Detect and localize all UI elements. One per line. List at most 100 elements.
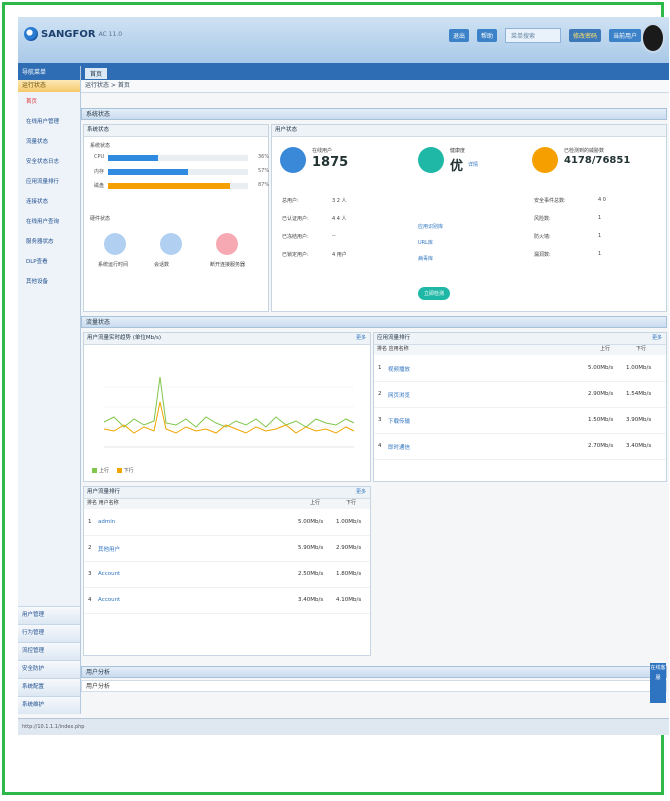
sidebar-item[interactable]: 连接状态 <box>18 192 80 212</box>
sidebar-group-status[interactable]: 运行状态 <box>18 80 80 92</box>
rank-number: 4 <box>378 443 382 449</box>
sidebar-bottom-item[interactable]: 行为管理 <box>18 624 80 642</box>
sidebar-item[interactable]: 应用流量排行 <box>18 172 80 192</box>
table-row[interactable]: 3 Account 2.50Mb/s 1.80Mb/s <box>84 563 370 588</box>
system-panel-title: 系统状态 <box>84 125 268 137</box>
user-stat-value: 4 用户 <box>332 252 347 258</box>
bottom-section-row: 用户分析 <box>81 680 667 692</box>
usage-bar-track <box>108 183 248 189</box>
table-row[interactable]: 2 网页浏览 2.90Mb/s 1.54Mb/s <box>374 383 666 408</box>
usage-bar-percent: 57% <box>258 168 270 174</box>
brand-name: SANGFOR <box>41 28 96 40</box>
top-link-help[interactable]: 帮助 <box>476 29 497 42</box>
traffic-legend: 上行 下行 <box>92 467 134 474</box>
menu-search-input[interactable]: 菜单搜索 <box>504 28 561 43</box>
table-row[interactable]: 1 admin 5.00Mb/s 1.00Mb/s <box>84 511 370 536</box>
tab-home[interactable]: 首页 <box>85 68 108 79</box>
health-icon <box>418 147 444 173</box>
table-row[interactable]: 4 即时通信 2.70Mb/s 3.40Mb/s <box>374 435 666 460</box>
sidebar-bottom-item[interactable]: 用户管理 <box>18 606 80 624</box>
row-name-link[interactable]: Account <box>98 597 120 603</box>
table-row[interactable]: 4 Account 3.40Mb/s 4.10Mb/s <box>84 589 370 614</box>
table-row[interactable]: 2 其他用户 5.90Mb/s 2.90Mb/s <box>84 537 370 562</box>
top-users-col-name: 排名 用户名称 <box>87 500 119 506</box>
table-row[interactable]: 3 下载传输 1.50Mb/s 3.90Mb/s <box>374 409 666 434</box>
system-status-panel: 系统状态 系统状态 CPU 36% 内存 57% 磁盘 87% 硬件状态 系统运行时间 会话… <box>83 124 269 312</box>
sidebar-item[interactable]: 流量状态 <box>18 132 80 152</box>
online-users-value: 1875 <box>312 155 349 170</box>
top-users-header: 排名 用户名称 上行 下行 <box>84 499 370 509</box>
top-users-col-down: 下行 <box>346 500 357 506</box>
sidebar-item[interactable]: 在线用户管理 <box>18 112 80 132</box>
top-users-more-link[interactable]: 更多 <box>356 487 366 498</box>
top-apps-header: 排名 应用名称 上行 下行 <box>374 345 666 355</box>
sidebar-item[interactable]: 在线用户查询 <box>18 212 80 232</box>
threat-stat-value: 1 <box>598 251 602 257</box>
health-value: 优 <box>450 159 464 174</box>
sidebar-item[interactable]: DLP查看 <box>18 252 80 272</box>
user-avatar[interactable] <box>641 23 665 53</box>
row-name-link[interactable]: 视频播放 <box>388 365 410 373</box>
row-name-link[interactable]: 即时通信 <box>388 443 410 451</box>
row-name-link[interactable]: 下载传输 <box>388 417 410 425</box>
user-stat-key: 已锁定用户: <box>282 252 309 258</box>
user-stat-key: 已认证用户: <box>282 216 309 222</box>
library-row[interactable]: 应用识别库 <box>418 223 443 230</box>
rank-number: 1 <box>378 365 382 371</box>
top-link-current-user[interactable]: 当前用户 <box>608 29 641 42</box>
bars-label: 系统状态 <box>90 143 111 149</box>
row-name-link[interactable]: 网页浏览 <box>388 391 410 399</box>
usage-bar-percent: 36% <box>258 154 270 160</box>
device-status-icon <box>160 233 182 255</box>
user-stat-value: -- <box>332 233 336 239</box>
table-row[interactable]: 1 视频播放 5.00Mb/s 1.00Mb/s <box>374 357 666 382</box>
device-status-label: 断开连接服务器 <box>210 262 246 268</box>
health-detail-link[interactable]: 详情 <box>468 161 478 168</box>
sangfor-logo-icon <box>24 27 38 41</box>
sidebar-bottom-item[interactable]: 系统配置 <box>18 678 80 696</box>
threat-stat-key: 安全事件总数: <box>534 198 566 204</box>
section-system-header[interactable]: 系统状态 <box>81 108 667 120</box>
threat-label: 已检测到的威胁数 <box>564 148 605 154</box>
sidebar-item[interactable]: 首页 <box>18 92 80 112</box>
sidebar-item[interactable]: 其他设备 <box>18 272 80 292</box>
row-down-value: 2.90Mb/s <box>336 545 362 551</box>
sidebar-bottom-item[interactable]: 流控管理 <box>18 642 80 660</box>
row-name-link[interactable]: Account <box>98 571 120 577</box>
sidebar-item[interactable]: 安全状态日志 <box>18 152 80 172</box>
top-apps-more-link[interactable]: 更多 <box>652 333 662 344</box>
top-users-col-up: 上行 <box>310 500 321 506</box>
brand-subtitle: AC 11.0 <box>98 30 123 38</box>
usage-bar-fill <box>108 169 188 175</box>
row-up-value: 2.90Mb/s <box>588 391 614 397</box>
row-up-value: 2.70Mb/s <box>588 443 614 449</box>
user-stat-key: 已冻结用户: <box>282 234 309 240</box>
user-icon <box>280 147 306 173</box>
scan-now-button[interactable]: 立即检测 <box>418 287 451 300</box>
section-traffic-header[interactable]: 流量状态 <box>81 316 667 328</box>
top-apps-title: 应用流量排行 更多 <box>374 333 666 345</box>
rank-number: 2 <box>378 391 382 397</box>
sidebar-item[interactable]: 服务器状态 <box>18 232 80 252</box>
device-status-icon <box>216 233 238 255</box>
row-down-value: 1.80Mb/s <box>336 571 362 577</box>
section-bottom-header[interactable]: 用户分析 <box>81 666 667 678</box>
usage-bar-percent: 87% <box>258 182 270 188</box>
traffic-more-link[interactable]: 更多 <box>356 333 366 344</box>
threat-stat-value: 4 0 <box>598 197 606 203</box>
top-users-panel: 用户流量排行 更多 排名 用户名称 上行 下行 1 admin 5.00Mb/s 1.… <box>83 486 371 656</box>
top-link-logout[interactable]: 退出 <box>448 29 469 42</box>
online-users-label: 在线用户 <box>312 148 333 154</box>
sidebar-bottom-item[interactable]: 安全防护 <box>18 660 80 678</box>
online-service-button[interactable]: 在线客服 <box>650 663 666 703</box>
library-row[interactable]: 病毒库 <box>418 255 433 262</box>
library-row[interactable]: URL库 <box>418 239 433 246</box>
row-name-link[interactable]: 其他用户 <box>98 545 120 553</box>
row-up-value: 5.90Mb/s <box>298 545 324 551</box>
top-users-title-text: 用户流量排行 <box>87 489 121 495</box>
row-down-value: 1.00Mb/s <box>626 365 652 371</box>
top-link-change-password[interactable]: 修改密码 <box>568 29 601 42</box>
sidebar-bottom-item[interactable]: 系统维护 <box>18 696 80 714</box>
row-up-value: 1.50Mb/s <box>588 417 614 423</box>
row-name-link[interactable]: admin <box>98 519 115 525</box>
